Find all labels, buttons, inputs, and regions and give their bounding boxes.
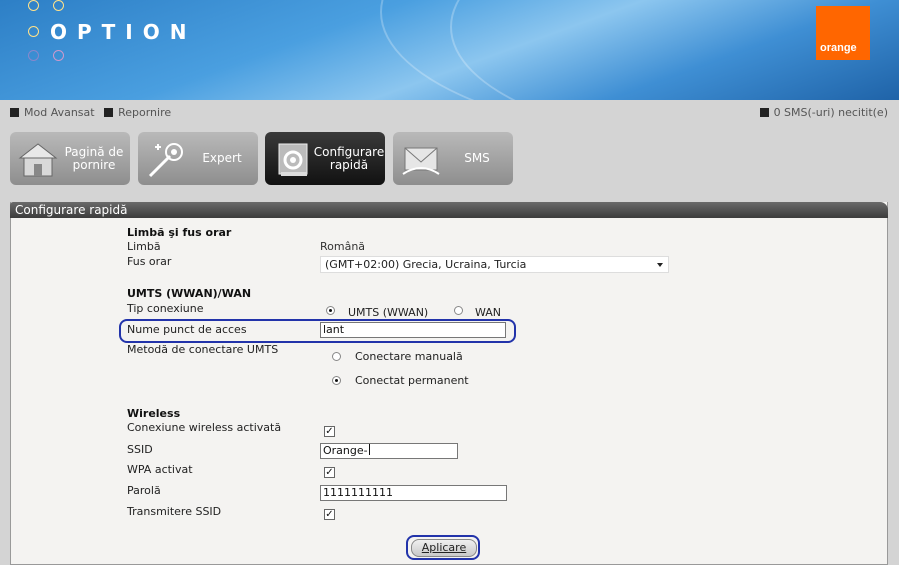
orange-logo: orange [816, 6, 870, 60]
nav-expert-button[interactable]: Expert [138, 132, 258, 185]
advanced-mode-link[interactable]: Mod Avansat [10, 106, 95, 119]
envelope-icon [402, 147, 440, 175]
wireless-enabled-label: Conexiune wireless activată [127, 421, 282, 434]
brand-name: OPTION [50, 20, 197, 44]
panel-title: Configurare rapidă [10, 202, 888, 218]
nav-sms-button[interactable]: SMS [393, 132, 513, 185]
text-cursor [368, 444, 370, 455]
top-bar: Mod Avansat Repornire 0 SMS(-uri) neciti… [10, 106, 888, 122]
radio-umts-label: UMTS (WWAN) [348, 306, 429, 319]
umts-method-label: Metodă de conectare UMTS [127, 343, 279, 356]
language-label: Limbă [127, 240, 161, 253]
radio-wan-label: WAN [475, 306, 502, 319]
nav-quick-config-button[interactable]: Configurare rapidă [265, 132, 385, 185]
password-input[interactable]: 1111111111 [320, 485, 507, 501]
nav-home-button[interactable]: Pagină de pornire [10, 132, 130, 185]
radio-manual-connect[interactable] [332, 352, 341, 361]
section-wan-heading: UMTS (WWAN)/WAN [127, 287, 252, 300]
section-language-heading: Limbă şi fus orar [127, 226, 232, 239]
square-bullet-icon [10, 108, 19, 117]
radio-always-connected-label: Conectat permanent [355, 374, 469, 387]
wireless-enabled-checkbox[interactable]: ✓ [324, 426, 335, 437]
radio-wan[interactable] [454, 306, 463, 315]
apply-highlight [406, 535, 480, 560]
chevron-down-icon [657, 263, 663, 267]
language-value: Română [320, 240, 366, 253]
apn-highlight [119, 319, 516, 343]
ssid-input[interactable]: Orange- [320, 443, 458, 459]
house-icon [18, 143, 58, 177]
section-wireless-heading: Wireless [127, 407, 181, 420]
wpa-label: WPA activat [127, 463, 193, 476]
radio-manual-connect-label: Conectare manuală [355, 350, 463, 363]
wand-icon [148, 143, 183, 178]
radio-umts[interactable] [326, 306, 335, 315]
broadcast-ssid-checkbox[interactable]: ✓ [324, 509, 335, 520]
radio-always-connected[interactable] [332, 376, 341, 385]
ssid-label: SSID [127, 443, 153, 456]
square-bullet-icon [104, 108, 114, 117]
broadcast-ssid-label: Transmitere SSID [127, 505, 222, 518]
sms-status-link[interactable]: 0 SMS(-uri) necitit(e) [759, 106, 888, 119]
wpa-checkbox[interactable]: ✓ [324, 467, 335, 478]
connection-type-label: Tip conexiune [127, 302, 204, 315]
password-label: Parolă [127, 484, 161, 497]
timezone-label: Fus orar [127, 255, 172, 268]
settings-icon [278, 143, 308, 176]
square-bullet-icon [759, 108, 769, 117]
reboot-link[interactable]: Repornire [104, 106, 171, 119]
header-banner: OPTION orange [0, 0, 899, 100]
timezone-select[interactable]: (GMT+02:00) Grecia, Ucraina, Turcia [320, 256, 669, 273]
